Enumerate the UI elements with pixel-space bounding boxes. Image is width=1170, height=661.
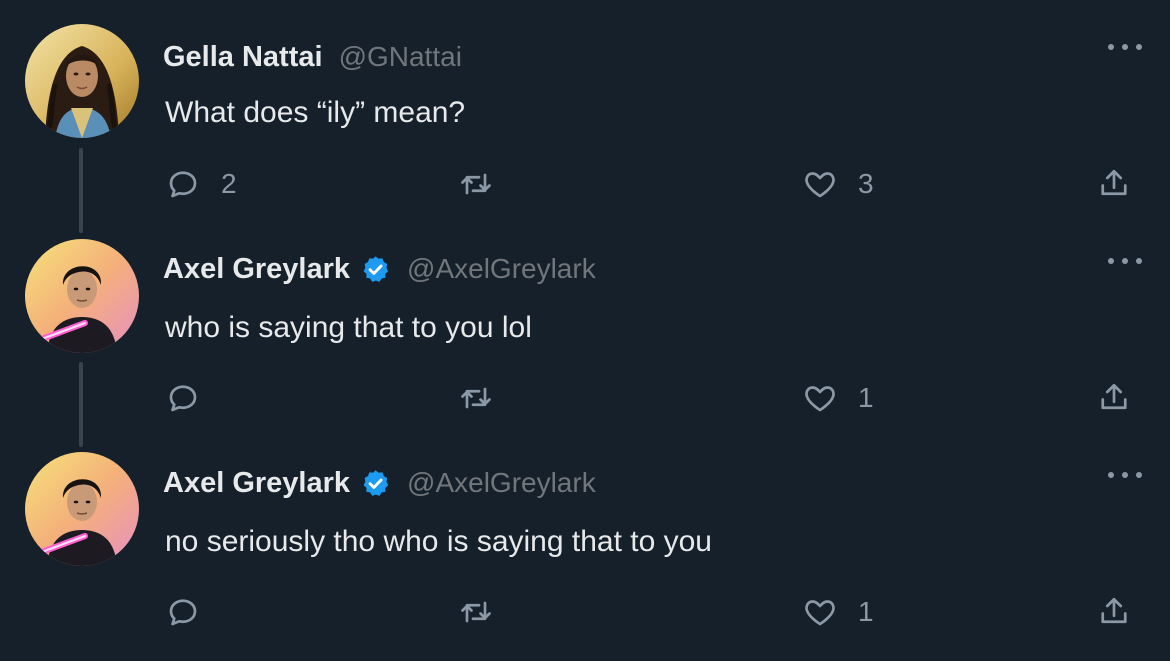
reply-count: 2 [221,168,237,199]
axel-avatar-image [25,452,139,566]
more-dots-icon[interactable] [1108,251,1142,271]
avatar[interactable] [25,452,139,566]
display-name[interactable]: Gella Nattai [163,41,323,74]
tweet-header: Gella Nattai @GNattai [163,37,462,77]
gella-avatar-image [25,24,139,138]
like-count: 3 [858,168,874,199]
share-button[interactable] [1096,376,1132,420]
reply-button[interactable] [165,376,221,420]
verified-badge-icon[interactable] [360,254,391,285]
tweet-actions: 1 [0,590,1170,634]
avatar[interactable] [25,24,139,138]
retweet-icon [461,173,491,195]
reply-bubble-icon [169,599,197,626]
more-dots-icon[interactable] [1108,465,1142,485]
tweet-actions: 1 [0,376,1170,420]
tweet-text: no seriously tho who is saying that to y… [165,525,712,558]
tweet-actions: 2 3 [0,162,1170,206]
heart-icon [805,172,835,198]
tweet[interactable]: Axel Greylark @AxelGreylark who is sayin… [0,215,1170,430]
tweet[interactable]: Axel Greylark @AxelGreylark no seriously… [0,430,1170,661]
handle[interactable]: @AxelGreylark [407,467,596,499]
tweet-header: Axel Greylark @AxelGreylark [163,249,596,289]
heart-icon [805,386,835,412]
more-dots-icon[interactable] [1108,37,1142,57]
like-button[interactable]: 1 [802,590,874,634]
tweet-text: who is saying that to you lol [165,311,532,344]
reply-bubble-icon [169,385,197,412]
verified-badge-icon[interactable] [360,468,391,499]
share-icon [1101,169,1127,196]
reply-button[interactable]: 2 [165,162,237,206]
like-count: 1 [858,382,874,413]
reply-button[interactable] [165,590,221,634]
tweet-header: Axel Greylark @AxelGreylark [163,463,596,503]
handle[interactable]: @GNattai [339,41,462,73]
like-button[interactable]: 3 [802,162,874,206]
share-button[interactable] [1096,590,1132,634]
tweet-text: What does “ily” mean? [165,96,466,129]
retweet-button[interactable] [458,590,494,634]
share-icon [1101,383,1127,410]
tweet-thread: Gella Nattai @GNattai What does “ily” me… [0,0,1170,661]
reply-bubble-icon [169,171,197,198]
share-button[interactable] [1096,162,1132,206]
avatar[interactable] [25,239,139,353]
retweet-button[interactable] [458,162,494,206]
handle[interactable]: @AxelGreylark [407,253,596,285]
axel-avatar-image [25,239,139,353]
retweet-icon [461,387,491,409]
retweet-icon [461,601,491,623]
like-button[interactable]: 1 [802,376,874,420]
tweet[interactable]: Gella Nattai @GNattai What does “ily” me… [0,0,1170,215]
display-name[interactable]: Axel Greylark [163,253,350,286]
heart-icon [805,600,835,626]
retweet-button[interactable] [458,376,494,420]
display-name[interactable]: Axel Greylark [163,467,350,500]
like-count: 1 [858,596,874,627]
share-icon [1101,597,1127,624]
